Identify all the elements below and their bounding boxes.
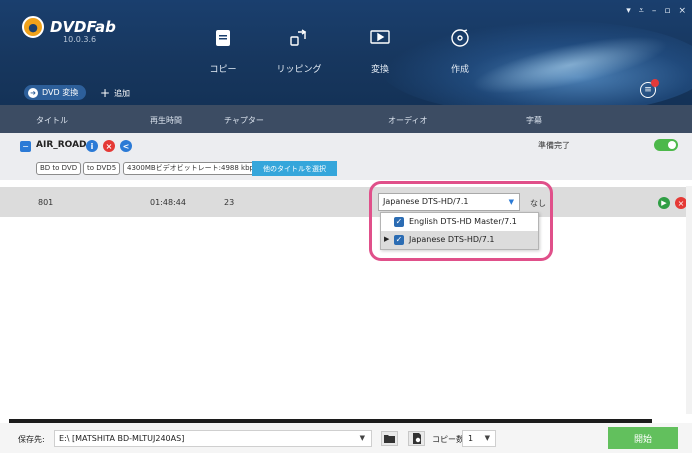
app-header: ● DVDFab 10.0.3.6 コピー リッピング 変換 作成 ▾ ⩡ – … xyxy=(0,0,692,105)
copies-select[interactable]: 1 ▼ xyxy=(462,430,496,447)
plus-icon: + xyxy=(100,86,111,100)
track-row[interactable]: 801 01:48:44 23 なし xyxy=(0,187,692,217)
nav-creator[interactable]: 作成 xyxy=(430,28,490,75)
remove-icon[interactable]: × xyxy=(103,140,115,152)
logo-badge-icon: ● xyxy=(22,16,44,38)
info-icon[interactable]: i xyxy=(86,140,98,152)
maximize-icon[interactable]: ▫ xyxy=(664,6,670,16)
title-name: AIR_ROAD xyxy=(36,140,87,150)
target-tag[interactable]: to DVD5 xyxy=(83,162,121,175)
enable-toggle[interactable] xyxy=(654,139,678,151)
column-duration: 再生時間 xyxy=(150,116,182,125)
converter-icon xyxy=(370,28,390,48)
source-dvd-label: DVD 変換 xyxy=(42,88,79,97)
title-checkbox[interactable]: − xyxy=(20,141,31,152)
nav-creator-label: 作成 xyxy=(450,65,469,75)
bitrate-tag[interactable]: 4300MBビデオビットレート:4988 kbps xyxy=(123,162,262,175)
settings-menu-icon[interactable]: ⩡ xyxy=(639,6,644,16)
nav-copy-label: コピー xyxy=(209,65,237,75)
app-version: 10.0.3.6 xyxy=(63,35,97,44)
app-name: DVDFab xyxy=(50,17,116,36)
source-dvd-button[interactable]: ➜ DVD 変換 xyxy=(24,85,87,100)
creator-icon xyxy=(450,28,470,48)
play-icon[interactable]: ▶ xyxy=(658,197,670,209)
window-controls: ▾ ⩡ – ▫ × xyxy=(626,6,686,16)
nav-copy[interactable]: コピー xyxy=(193,28,253,75)
share-icon[interactable]: < xyxy=(120,140,132,152)
save-path-value: E:\ [MATSHITA BD-MLTUJ240AS] xyxy=(59,434,185,443)
save-path-select[interactable]: E:\ [MATSHITA BD-MLTUJ240AS] ▼ xyxy=(54,430,372,447)
ripper-icon xyxy=(289,28,309,48)
other-titles-button[interactable]: 他のタイトルを選択 xyxy=(252,161,337,176)
minimize-icon[interactable]: – xyxy=(652,6,657,16)
nav-ripper[interactable]: リッピング xyxy=(269,28,329,75)
nav-converter-label: 変換 xyxy=(370,65,389,75)
copy-icon xyxy=(213,28,233,48)
track-duration: 01:48:44 xyxy=(150,198,186,207)
start-button[interactable]: 開始 xyxy=(608,427,678,449)
column-audio: オーディオ xyxy=(388,116,428,125)
highlight-annotation xyxy=(369,181,553,261)
chevron-down-icon: ▼ xyxy=(359,434,365,442)
track-chapters: 23 xyxy=(224,198,235,207)
status-text: 準備完了 xyxy=(538,141,570,150)
column-chapters: チャプター xyxy=(224,116,264,125)
track-title: 801 xyxy=(38,198,54,207)
nav-ripper-label: リッピング xyxy=(276,65,322,75)
nav-converter[interactable]: 変換 xyxy=(350,28,410,75)
chevron-down-icon: ▼ xyxy=(484,434,490,442)
iso-file-icon[interactable] xyxy=(408,431,425,446)
column-title: タイトル xyxy=(36,116,68,125)
dropdown-menu-icon[interactable]: ▾ xyxy=(626,6,631,16)
close-icon[interactable]: × xyxy=(678,6,686,16)
vertical-scrollbar[interactable] xyxy=(686,186,692,414)
mode-tag[interactable]: BD to DVD xyxy=(36,162,82,175)
add-button[interactable]: + 追加 xyxy=(100,86,130,100)
arrow-right-icon: ➜ xyxy=(28,87,38,98)
add-label: 追加 xyxy=(114,88,131,98)
column-subtitle: 字幕 xyxy=(526,116,542,125)
notification-badge xyxy=(651,79,659,87)
column-header: タイトル 再生時間 チャプター オーディオ 字幕 xyxy=(0,105,692,133)
save-to-label: 保存先: xyxy=(18,435,45,444)
folder-icon[interactable] xyxy=(381,431,398,446)
copies-value: 1 xyxy=(468,434,474,443)
